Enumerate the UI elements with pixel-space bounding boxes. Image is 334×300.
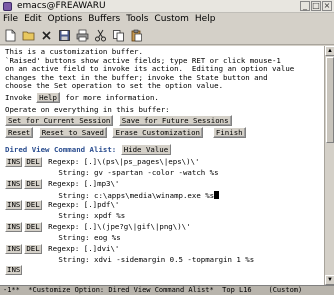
ins-button[interactable]: INS — [5, 221, 23, 232]
ins-button[interactable]: INS — [5, 243, 23, 254]
minimize-button[interactable]: _ — [300, 1, 310, 11]
save-future-button[interactable]: Save for Future Sessions — [118, 115, 232, 127]
toolbar — [0, 26, 334, 45]
intro-help-line: Invoke Help for more information. — [5, 91, 324, 103]
option-heading-row: Dired View Command Alist: Hide Value — [5, 144, 324, 156]
hide-value-button[interactable]: Hide Value — [120, 144, 172, 156]
emacs-app-icon — [3, 2, 12, 11]
regexp-value[interactable]: Regexp: [.]pdf\' — [44, 200, 119, 210]
del-button[interactable]: DEL — [24, 221, 42, 232]
maximize-button[interactable]: □ — [311, 1, 321, 11]
del-button[interactable]: DEL — [24, 178, 42, 189]
cut-icon[interactable] — [93, 28, 107, 42]
open-folder-icon[interactable] — [21, 28, 35, 42]
window-title: emacs@FREAWARU — [17, 1, 106, 11]
set-session-button[interactable]: Set for Current Session — [5, 115, 114, 127]
erase-customization-button[interactable]: Erase Customization — [112, 127, 203, 139]
close-icon[interactable] — [39, 28, 53, 42]
string-value[interactable]: String: xpdf %s — [5, 212, 324, 221]
menu-edit[interactable]: Edit — [24, 14, 41, 25]
del-button[interactable]: DEL — [24, 157, 42, 168]
menu-help[interactable]: Help — [195, 14, 216, 25]
mode-line: -1** *Customize Option: Dired View Comma… — [0, 285, 334, 295]
regexp-value[interactable]: Regexp: [.]\(ps\|ps_pages\|eps\)\' — [44, 157, 199, 166]
minibuffer[interactable] — [0, 295, 334, 300]
save-icon[interactable] — [57, 28, 71, 42]
ins-button[interactable]: INS — [5, 178, 23, 189]
menu-bar: File Edit Options Buffers Tools Custom H… — [0, 13, 334, 26]
window-controls: _ □ × — [300, 1, 332, 11]
operate-row-2: Reset Reset to Saved Erase Customization… — [5, 126, 324, 139]
list-item: INS DEL Regexp: [.]dvi\' — [5, 243, 324, 256]
ins-button[interactable]: INS — [5, 200, 23, 211]
intro-suffix: for more information. — [60, 92, 159, 102]
copy-icon[interactable] — [111, 28, 125, 42]
string-value-with-cursor[interactable]: String: c:\apps\media\winamp.exe %s — [5, 190, 324, 200]
text-cursor — [214, 190, 220, 199]
ins-button[interactable]: INS — [5, 265, 23, 276]
list-item: INS DEL Regexp: [.]mp3\' — [5, 178, 324, 191]
scroll-thumb[interactable] — [326, 57, 334, 143]
help-button[interactable]: Help — [36, 91, 60, 103]
title-bar: emacs@FREAWARU _ □ × — [0, 0, 334, 13]
menu-options[interactable]: Options — [48, 14, 83, 25]
option-heading: Dired View Command Alist: — [5, 145, 117, 155]
operate-row-1: Set for Current Session Save for Future … — [5, 114, 324, 127]
ins-button[interactable]: INS — [5, 157, 23, 168]
regexp-value[interactable]: Regexp: [.]mp3\' — [44, 179, 119, 188]
regexp-value[interactable]: Regexp: [.]dvi\' — [44, 244, 119, 253]
emacs-window: emacs@FREAWARU _ □ × File Edit Options B… — [0, 0, 334, 300]
intro-line: choose the Set operation to set the opti… — [5, 81, 224, 91]
string-value[interactable]: String: gv -spartan -color -watch %s — [5, 169, 324, 178]
string-value[interactable]: String: eog %s — [5, 233, 324, 243]
menu-file[interactable]: File — [3, 14, 18, 25]
string-value[interactable]: String: xdvi -sidemargin 0.5 -topmargin … — [5, 255, 324, 265]
del-button[interactable]: DEL — [24, 200, 42, 211]
scroll-down-arrow-icon[interactable]: ▼ — [325, 275, 334, 285]
menu-custom[interactable]: Custom — [154, 14, 188, 25]
menu-tools[interactable]: Tools — [126, 14, 148, 25]
operate-label: Operate on everything in this buffer: — [5, 104, 170, 114]
list-item: INS — [5, 265, 324, 277]
del-button[interactable]: DEL — [24, 243, 42, 254]
paste-icon[interactable] — [129, 28, 143, 42]
regexp-value[interactable]: Regexp: [.]\(jpe?g\|gif\|png\)\' — [44, 222, 190, 231]
reset-button[interactable]: Reset — [5, 127, 34, 139]
intro-prefix: Invoke — [5, 92, 37, 102]
print-icon[interactable] — [75, 28, 89, 42]
close-button[interactable]: × — [322, 1, 332, 11]
vertical-scrollbar[interactable]: ▲ ▼ — [324, 46, 334, 285]
reset-saved-button[interactable]: Reset to Saved — [38, 127, 107, 139]
finish-button[interactable]: Finish — [212, 127, 246, 139]
new-file-icon[interactable] — [3, 28, 17, 42]
menu-buffers[interactable]: Buffers — [88, 14, 120, 25]
scroll-up-arrow-icon[interactable]: ▲ — [325, 46, 334, 56]
customize-buffer[interactable]: This is a customization buffer. `Raised'… — [0, 46, 324, 285]
string-value[interactable]: String: c:\apps\media\winamp.exe %s — [5, 191, 214, 200]
